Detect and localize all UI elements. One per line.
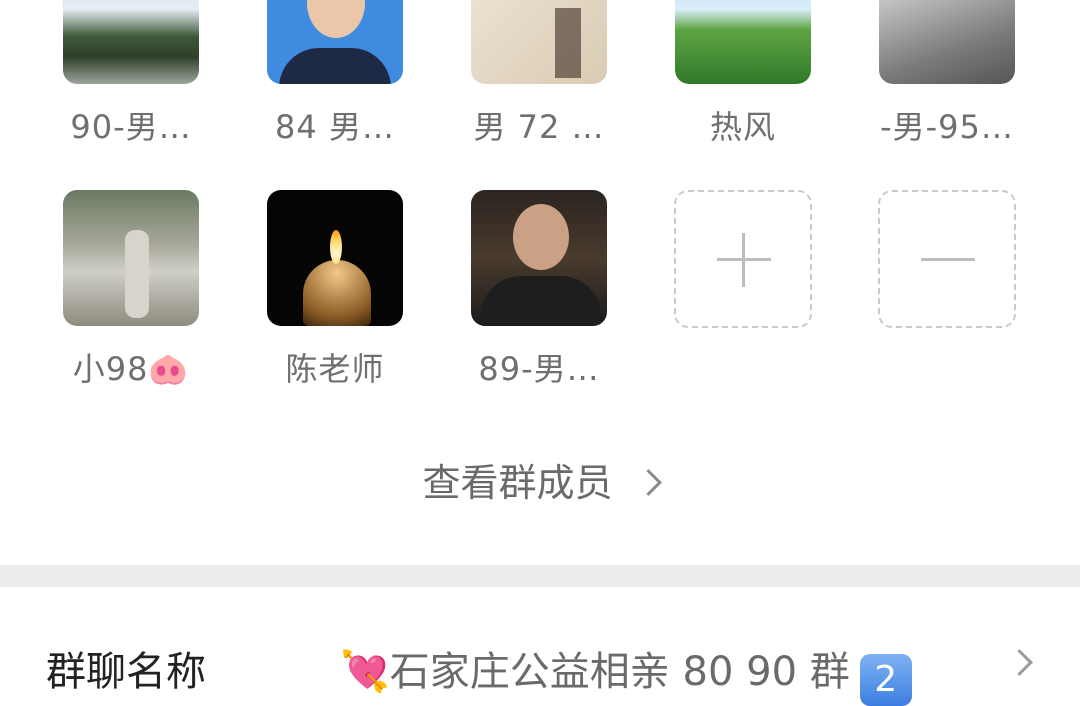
member-name: 小98🐽	[72, 350, 190, 388]
number-badge: 2	[859, 654, 912, 706]
member-item[interactable]: 男 72 …	[469, 0, 609, 148]
member-avatar	[63, 0, 199, 84]
member-avatar	[675, 0, 811, 84]
member-item[interactable]: 热风	[673, 0, 813, 148]
member-avatar	[63, 190, 199, 326]
group-name-row[interactable]: 群聊名称 💘石家庄公益相亲 80 90 群2	[0, 587, 1080, 706]
view-members-label: 查看群成员	[422, 461, 613, 505]
member-avatar	[471, 190, 607, 326]
remove-member-button[interactable]	[877, 190, 1017, 328]
chevron-right-icon	[1006, 649, 1033, 676]
member-avatar	[267, 0, 403, 84]
member-item[interactable]: 90-男…	[61, 0, 201, 148]
chevron-right-icon	[634, 469, 662, 496]
member-name: -男-95…	[880, 108, 1014, 146]
member-name: 陈老师	[285, 350, 385, 388]
member-avatar	[471, 0, 607, 84]
member-item[interactable]: 89-男…	[469, 190, 609, 390]
group-name-label: 群聊名称	[46, 649, 206, 695]
member-name: 热风	[709, 108, 776, 146]
view-members-link[interactable]: 查看群成员	[0, 452, 1080, 507]
group-name-value: 💘石家庄公益相亲 80 90 群2	[340, 639, 912, 706]
member-name: 84 男…	[275, 108, 395, 146]
member-item[interactable]: 小98🐽	[61, 190, 201, 390]
member-item[interactable]: 84 男…	[265, 0, 405, 148]
minus-icon	[878, 190, 1016, 328]
member-name: 男 72 …	[473, 108, 605, 146]
member-name: 89-男…	[478, 350, 600, 388]
member-name: 90-男…	[70, 108, 192, 146]
member-avatar	[879, 0, 1015, 84]
section-divider	[0, 565, 1080, 587]
add-member-button[interactable]	[673, 190, 813, 328]
group-name-text: 💘石家庄公益相亲 80 90 群	[340, 649, 850, 695]
member-avatar	[267, 190, 403, 326]
member-item[interactable]: -男-95…	[877, 0, 1017, 148]
plus-icon	[674, 190, 812, 328]
member-item[interactable]: 陈老师	[265, 190, 405, 390]
